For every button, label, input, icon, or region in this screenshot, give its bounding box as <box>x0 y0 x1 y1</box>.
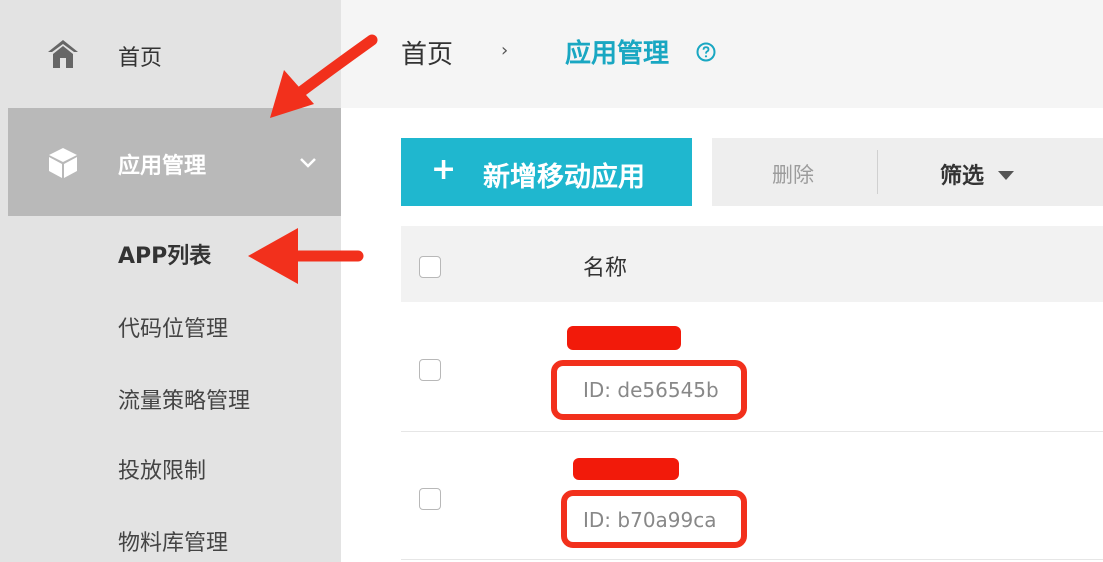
filter-button[interactable]: 筛选 <box>940 158 1015 190</box>
sidebar-item-home-label: 首页 <box>118 46 163 71</box>
highlight-box <box>551 360 747 420</box>
breadcrumb: 首页 › 应用管理 <box>341 0 1103 108</box>
toolbar: + 新增移动应用 删除 筛选 <box>401 138 1103 206</box>
row-checkbox[interactable] <box>419 488 441 510</box>
sidebar: 首页 应用管理 APP列表 代码位管理 流量策略管理 投放限制 物料库管理 <box>0 0 341 562</box>
help-icon[interactable] <box>696 42 716 62</box>
sidebar-item-app-list[interactable]: APP列表 <box>118 238 211 270</box>
plus-icon: + <box>431 152 457 187</box>
sidebar-item-material-library[interactable]: 物料库管理 <box>118 525 228 557</box>
delete-button[interactable]: 删除 <box>772 159 814 189</box>
row-checkbox[interactable] <box>419 359 441 381</box>
add-mobile-app-button[interactable]: + 新增移动应用 <box>401 138 692 206</box>
cube-icon <box>49 148 77 178</box>
sidebar-item-delivery-limits[interactable]: 投放限制 <box>118 453 206 485</box>
sidebar-item-traffic-strategy[interactable]: 流量策略管理 <box>118 383 250 415</box>
table-row[interactable]: ID: de56545b <box>401 302 1103 432</box>
sidebar-item-home[interactable]: 首页 <box>0 0 341 108</box>
highlight-box <box>561 490 747 548</box>
table-header: 名称 <box>401 226 1103 302</box>
breadcrumb-separator: › <box>501 40 509 61</box>
column-header-name: 名称 <box>583 256 628 281</box>
redacted-app-name <box>573 458 679 480</box>
button-divider <box>877 150 878 194</box>
breadcrumb-home[interactable]: 首页 <box>401 34 453 71</box>
add-mobile-app-label: 新增移动应用 <box>483 162 645 193</box>
select-all-checkbox[interactable] <box>419 256 441 278</box>
page-title: 应用管理 <box>565 39 670 69</box>
action-button-group: 删除 筛选 <box>712 138 1103 206</box>
sidebar-item-app-management-label: 应用管理 <box>118 154 207 179</box>
home-icon <box>48 40 78 68</box>
caret-down-icon <box>998 171 1015 180</box>
sidebar-item-ad-slots[interactable]: 代码位管理 <box>118 311 228 343</box>
chevron-down-icon[interactable] <box>298 156 318 170</box>
filter-label: 筛选 <box>940 164 985 189</box>
table-row[interactable]: ID: b70a99ca <box>401 432 1103 560</box>
sidebar-item-app-management[interactable]: 应用管理 <box>8 108 341 216</box>
redacted-app-name <box>567 326 681 350</box>
